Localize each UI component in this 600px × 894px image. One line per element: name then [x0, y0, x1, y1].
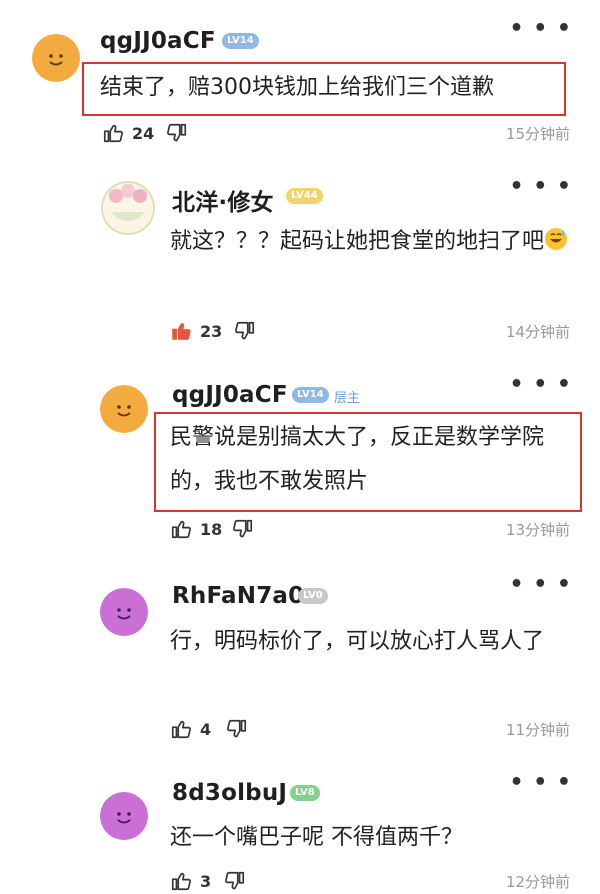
avatar[interactable] — [100, 180, 156, 236]
comment-text-body: 就这？？？起码让她把食堂的地扫了吧 — [170, 229, 545, 254]
avatar[interactable] — [32, 34, 80, 82]
like-count: 24 — [132, 124, 155, 143]
level-badge: LV44 — [286, 188, 323, 204]
thumbs-down-icon[interactable] — [234, 320, 256, 342]
level-badge: LV0 — [298, 588, 328, 604]
like-count: 4 — [200, 720, 212, 739]
sweat-smile-emoji — [544, 223, 568, 250]
comment-text: 还一个嘴巴子呢 不得值两千？ — [170, 825, 463, 850]
thumbs-up-icon[interactable] — [170, 518, 192, 540]
username[interactable]: 8d3olbuJ — [172, 780, 287, 806]
comment-4: RhFaN7a0 LV0 • • • 行，明码标价了，可以放心打人骂人了 4 1… — [0, 550, 600, 760]
more-dots-icon[interactable]: • • • — [509, 374, 572, 396]
more-dots-icon[interactable]: • • • — [509, 176, 572, 198]
timestamp: 13分钟前 — [505, 521, 570, 539]
username[interactable]: 北洋·修女 — [172, 183, 274, 217]
timestamp: 15分钟前 — [505, 125, 570, 143]
comment-text: 结束了，赔300块钱加上给我们三个道歉 — [100, 75, 494, 100]
level-badge: LV8 — [290, 785, 320, 801]
comment-2: 北洋·修女 LV44 • • • 就这？？？起码让她把食堂的地扫了吧 23 14… — [0, 160, 600, 360]
thumbs-up-icon[interactable] — [170, 870, 192, 892]
comment-1: qgJJ0aCF LV14 • • • 结束了，赔300块钱加上给我们三个道歉 … — [0, 0, 600, 160]
comment-text: 民警说是别搞太大了，反正是数学学院的，我也不敢发照片 — [170, 425, 545, 494]
comment-3: qgJJ0aCF LV14 层主 • • • 民警说是别搞太大了，反正是数学学院… — [0, 360, 600, 550]
level-badge: LV14 — [292, 387, 329, 403]
comment-text: 行，明码标价了，可以放心打人骂人了 — [170, 629, 545, 654]
avatar[interactable] — [100, 588, 148, 636]
thumbs-down-icon[interactable] — [226, 718, 248, 740]
more-dots-icon[interactable]: • • • — [509, 772, 572, 794]
username[interactable]: RhFaN7a0 — [172, 583, 304, 609]
avatar[interactable] — [100, 792, 148, 840]
level-badge: LV14 — [222, 33, 259, 49]
timestamp: 11分钟前 — [505, 721, 570, 739]
like-count: 18 — [200, 520, 223, 539]
thumbs-down-icon[interactable] — [166, 122, 188, 144]
thumbs-up-icon[interactable] — [170, 320, 192, 342]
avatar[interactable] — [100, 385, 148, 433]
thumbs-up-icon[interactable] — [170, 718, 192, 740]
timestamp: 12分钟前 — [505, 873, 570, 891]
op-tag: 层主 — [334, 391, 361, 406]
more-dots-icon[interactable]: • • • — [509, 18, 572, 40]
comment-5: 8d3olbuJ LV8 • • • 还一个嘴巴子呢 不得值两千？ 3 12分钟… — [0, 760, 600, 894]
thumbs-down-icon[interactable] — [232, 518, 254, 540]
comment-text: 就这？？？起码让她把食堂的地扫了吧 — [170, 220, 570, 264]
username[interactable]: qgJJ0aCF — [100, 28, 216, 54]
like-count: 3 — [200, 872, 212, 891]
thumbs-down-icon[interactable] — [224, 870, 246, 892]
username[interactable]: qgJJ0aCF — [172, 382, 288, 408]
more-dots-icon[interactable]: • • • — [509, 574, 572, 596]
like-count: 23 — [200, 322, 223, 341]
timestamp: 14分钟前 — [505, 323, 570, 341]
thumbs-up-icon[interactable] — [102, 122, 124, 144]
